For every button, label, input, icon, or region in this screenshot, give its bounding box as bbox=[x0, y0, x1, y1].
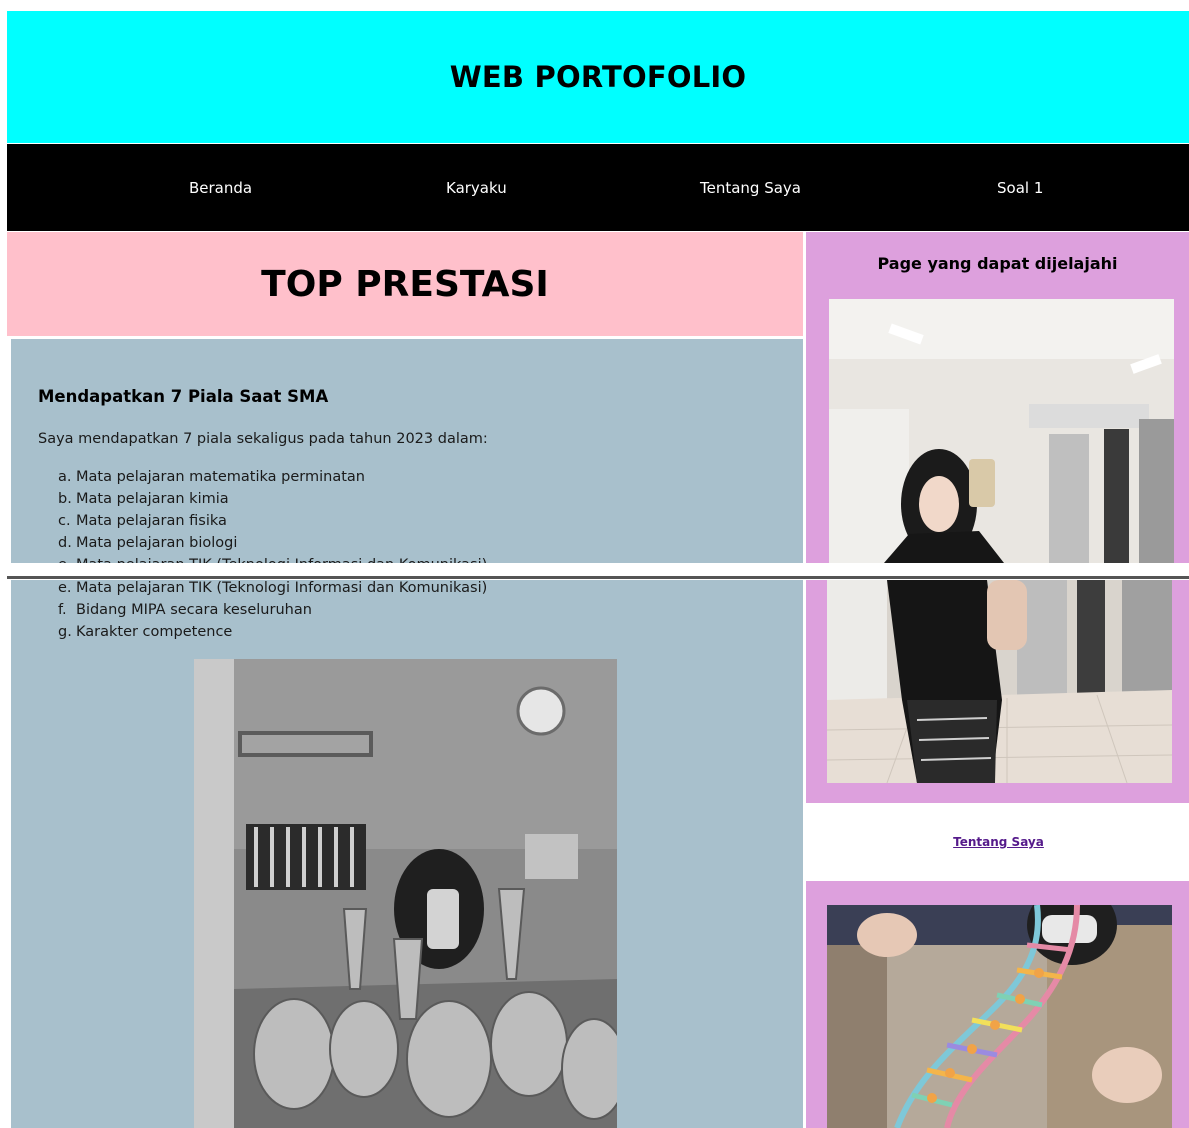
achievement-intro: Saya mendapatkan 7 piala sekaligus pada … bbox=[38, 431, 488, 447]
nav-soal-1[interactable]: Soal 1 bbox=[997, 144, 1043, 231]
mirror-selfie-photo[interactable] bbox=[829, 299, 1174, 563]
list-item: g. Karakter competence bbox=[58, 624, 233, 640]
section-title: TOP PRESTASI bbox=[261, 263, 549, 305]
section-title-box: TOP PRESTASI bbox=[7, 232, 803, 336]
nav-tentang-saya[interactable]: Tentang Saya bbox=[700, 144, 801, 231]
list-item: e.Mata pelajaran TIK (Teknologi Informas… bbox=[58, 580, 488, 596]
achievement-heading: Mendapatkan 7 Piala Saat SMA bbox=[38, 387, 329, 406]
sidebar-link-box: Tentang Saya bbox=[808, 805, 1189, 879]
achievement-content-continued: e. Mata pelajaran TIK (Teknologi Informas… bbox=[11, 580, 803, 1128]
sidebar-continued bbox=[806, 580, 1189, 803]
nav-karyaku[interactable]: Karyaku bbox=[446, 144, 507, 231]
mirror-selfie-photo-continued[interactable] bbox=[827, 580, 1172, 783]
main-nav: Beranda Karyaku Tentang Saya Soal 1 bbox=[7, 144, 1189, 231]
list-item: b. Mata pelajaran kimia bbox=[58, 491, 229, 507]
list-item: d. Mata pelajaran biologi bbox=[58, 535, 238, 551]
site-title: WEB PORTOFOLIO bbox=[449, 60, 747, 94]
sidebar-title: Page yang dapat dijelajahi bbox=[877, 254, 1118, 273]
sidebar-link-tentang-saya[interactable]: Tentang Saya bbox=[953, 835, 1044, 849]
sidebar: Page yang dapat dijelajahi bbox=[806, 232, 1189, 563]
achievement-content: Mendapatkan 7 Piala Saat SMA Saya mendap… bbox=[11, 339, 803, 563]
nav-beranda[interactable]: Beranda bbox=[189, 144, 252, 231]
sidebar-bottom bbox=[806, 881, 1189, 1128]
list-item: f. Bidang MIPA secara keseluruhan bbox=[58, 602, 312, 618]
site-header: WEB PORTOFOLIO bbox=[7, 11, 1189, 143]
screenshot-divider-line bbox=[7, 576, 1189, 579]
list-item: a. Mata pelajaran matematika perminatan bbox=[58, 469, 365, 485]
list-item: c. Mata pelajaran fisika bbox=[58, 513, 227, 529]
dna-model-photo[interactable] bbox=[827, 905, 1172, 1128]
trophy-photo bbox=[194, 659, 617, 1128]
